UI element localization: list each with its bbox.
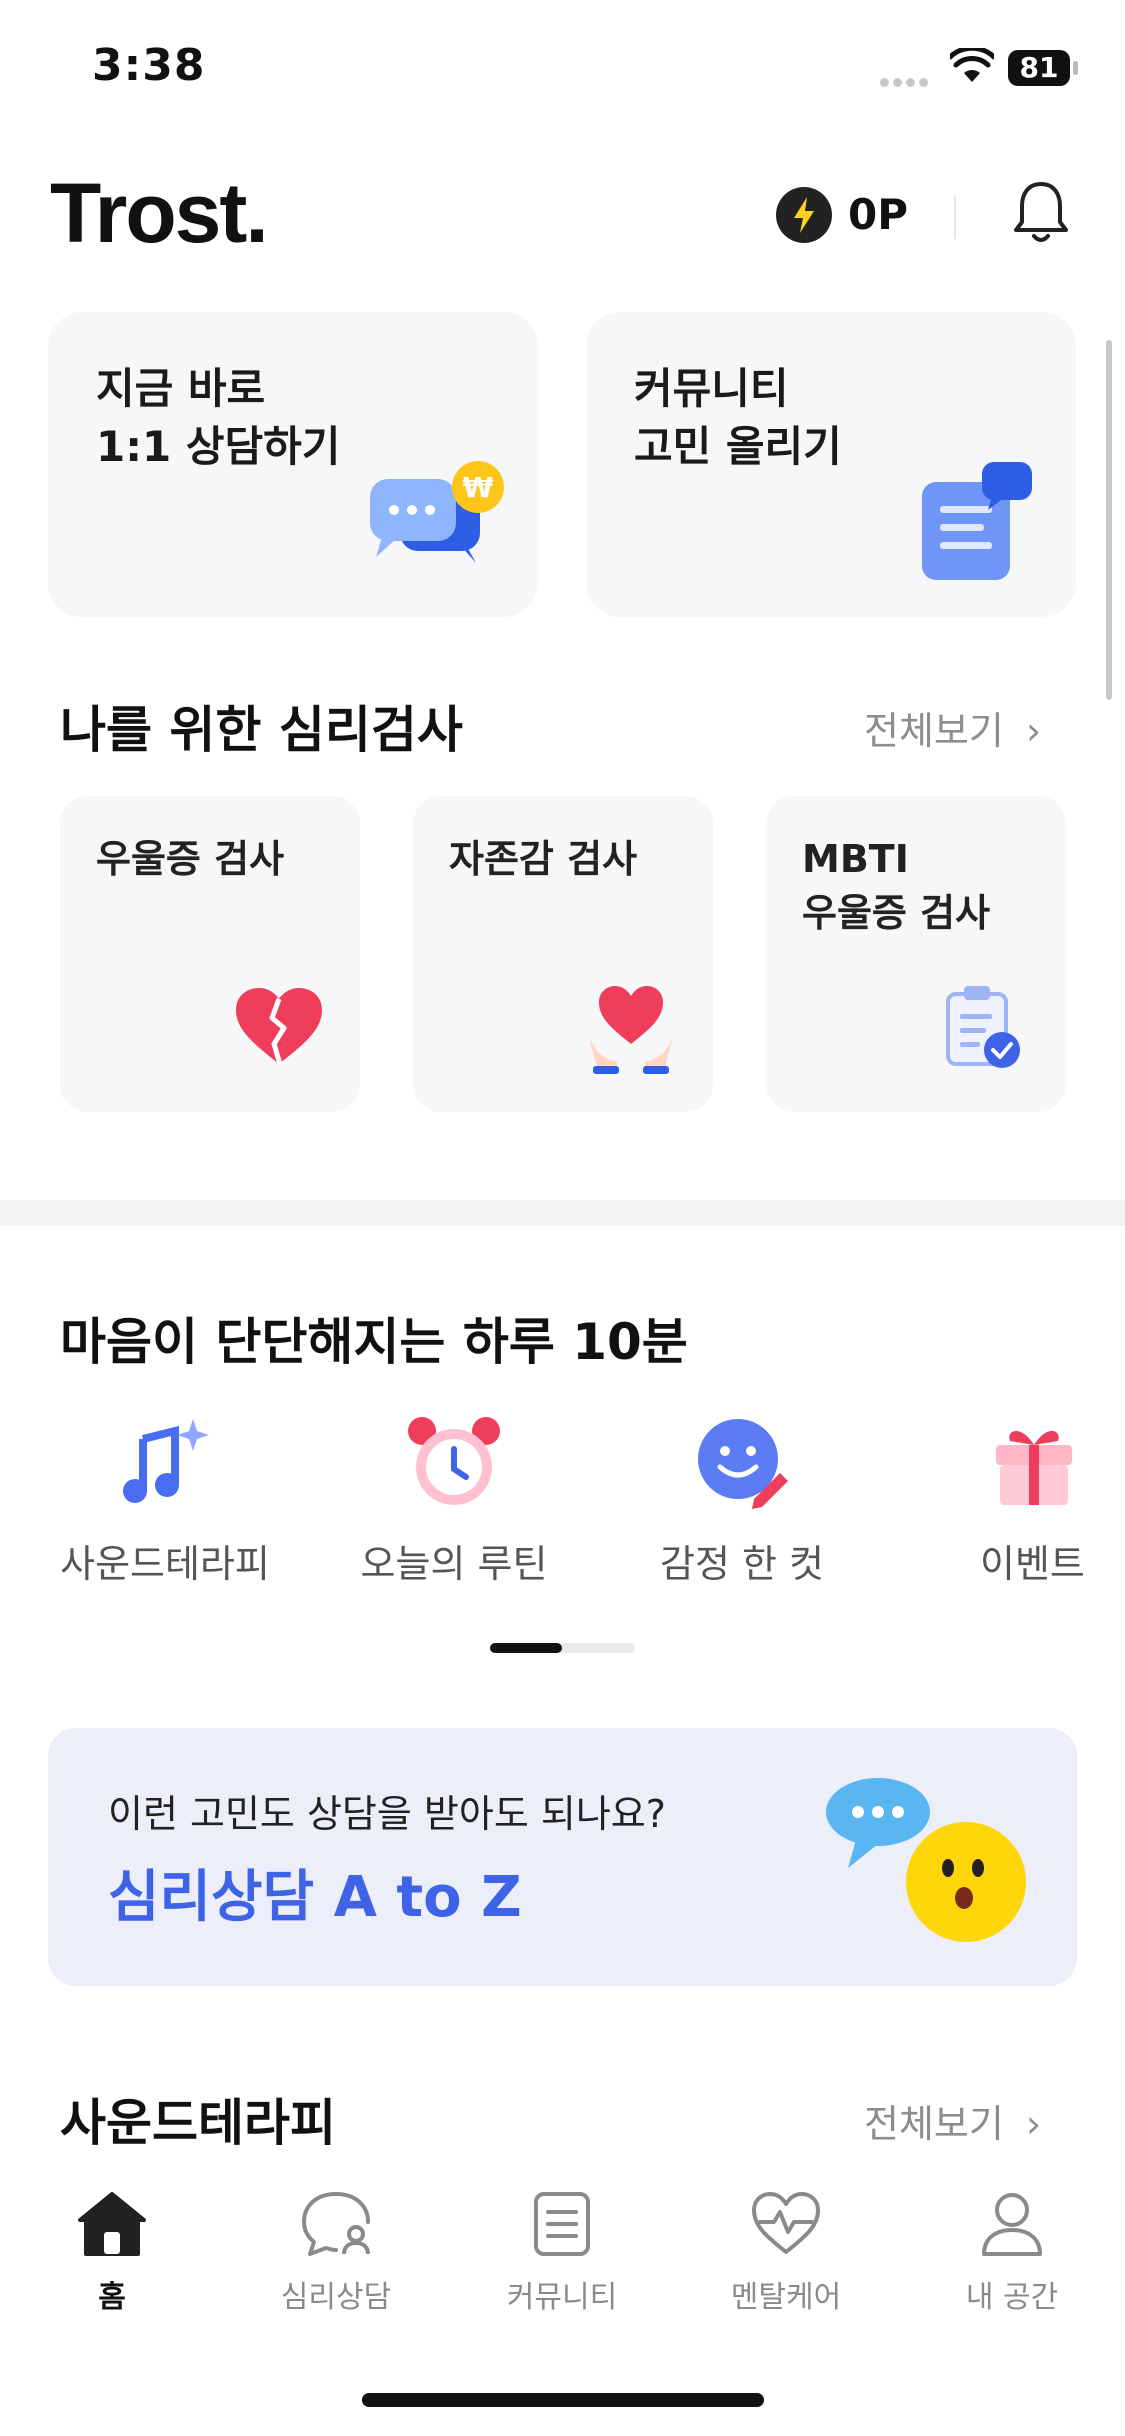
banner-subtitle: 이런 고민도 상담을 받아도 되나요? xyxy=(108,1792,666,1836)
heart-pulse-icon xyxy=(752,2192,820,2254)
today-routine-shortcut[interactable]: 오늘의 루틴 xyxy=(334,1415,574,1588)
event-shortcut[interactable]: 이벤트 xyxy=(910,1415,1125,1588)
status-time: 3:38 xyxy=(92,40,206,91)
nav-counsel-label: 심리상담 xyxy=(280,2280,392,2315)
nav-mentalcare-label: 멘탈케어 xyxy=(730,2280,842,2315)
community-post-line1: 커뮤니티 xyxy=(634,364,789,413)
today-routine-label: 오늘의 루틴 xyxy=(360,1542,548,1586)
mbti-test-label-line1: MBTI xyxy=(802,837,909,881)
tests-see-all-label: 전체보기 xyxy=(864,709,1004,753)
sound-section-title: 사운드테라피 xyxy=(60,2094,336,2152)
scrollbar[interactable] xyxy=(1106,340,1112,700)
heart-hands-icon xyxy=(587,986,675,1074)
document-icon xyxy=(534,2192,590,2256)
sound-therapy-shortcut[interactable]: 사운드테라피 xyxy=(45,1415,285,1588)
alarm-clock-icon xyxy=(408,1417,500,1505)
bell-icon[interactable] xyxy=(1010,178,1072,246)
mbti-test-label-line2: 우울증 검사 xyxy=(802,891,991,935)
counsel-now-card[interactable]: 지금 바로 1:1 상담하기 ₩ xyxy=(48,312,538,617)
sound-see-all-label: 전체보기 xyxy=(864,2102,1004,2146)
battery-icon: 81 xyxy=(1008,50,1070,86)
daily-section-title: 마음이 단단해지는 하루 10분 xyxy=(60,1313,688,1371)
counsel-now-line1: 지금 바로 xyxy=(96,364,266,413)
home-icon xyxy=(78,2192,146,2256)
music-notes-icon xyxy=(123,1419,209,1503)
svg-text:₩: ₩ xyxy=(463,471,494,504)
self-esteem-test-label: 자존감 검사 xyxy=(449,837,638,881)
nav-community[interactable]: 커뮤니티 xyxy=(462,2190,662,2316)
header-divider xyxy=(954,195,956,239)
tests-section-title: 나를 위한 심리검사 xyxy=(60,701,463,759)
home-indicator[interactable] xyxy=(362,2393,764,2407)
banner-title: 심리상담 A to Z xyxy=(108,1865,522,1930)
chat-coin-icon: ₩ xyxy=(370,461,504,563)
broken-heart-icon xyxy=(236,988,322,1065)
points-value[interactable]: 0P xyxy=(848,190,908,239)
lightning-icon[interactable] xyxy=(776,187,832,243)
self-esteem-test-card[interactable]: 자존감 검사 xyxy=(413,796,713,1112)
nav-mentalcare[interactable]: 멘탈케어 xyxy=(686,2190,886,2316)
nav-home[interactable]: 홈 xyxy=(12,2190,212,2316)
app-logo: Trost. xyxy=(50,166,269,260)
nav-myspace[interactable]: 내 공간 xyxy=(912,2190,1112,2316)
mbti-depression-test-card[interactable]: MBTI 우울증 검사 xyxy=(766,796,1066,1112)
sound-see-all-link[interactable]: 전체보기 › xyxy=(864,2093,1041,2148)
nav-community-label: 커뮤니티 xyxy=(506,2280,618,2315)
depression-test-card[interactable]: 우울증 검사 xyxy=(60,796,360,1112)
nav-counsel[interactable]: 심리상담 xyxy=(236,2190,436,2316)
emotion-cut-shortcut[interactable]: 감정 한 컷 xyxy=(622,1415,862,1588)
counsel-now-line2: 1:1 상담하기 xyxy=(96,422,341,471)
sound-therapy-label: 사운드테라피 xyxy=(60,1542,270,1586)
gift-icon xyxy=(996,1431,1072,1505)
emotion-cut-label: 감정 한 컷 xyxy=(660,1542,824,1586)
event-label: 이벤트 xyxy=(980,1542,1085,1586)
person-icon xyxy=(982,2193,1042,2256)
nav-myspace-label: 내 공간 xyxy=(965,2280,1059,2315)
counsel-chat-icon xyxy=(302,2192,370,2256)
cellular-signal-icon xyxy=(880,72,932,91)
nav-home-label: 홈 xyxy=(98,2280,126,2315)
community-post-card[interactable]: 커뮤니티 고민 올리기 xyxy=(586,312,1076,617)
surprised-emoji-chat-icon xyxy=(826,1778,1026,1942)
community-post-line2: 고민 올리기 xyxy=(634,422,842,471)
chevron-right-icon: › xyxy=(1025,2102,1042,2146)
clipboard-check-icon xyxy=(946,986,1020,1068)
section-divider xyxy=(0,1200,1125,1226)
depression-test-label: 우울증 검사 xyxy=(96,837,285,881)
wifi-icon xyxy=(950,48,994,82)
carousel-indicator-active xyxy=(490,1643,562,1653)
smiley-pencil-icon xyxy=(698,1419,788,1509)
document-chat-icon xyxy=(922,462,1032,580)
chevron-right-icon: › xyxy=(1025,709,1042,753)
battery-tip xyxy=(1073,61,1078,75)
tests-see-all-link[interactable]: 전체보기 › xyxy=(864,700,1041,755)
